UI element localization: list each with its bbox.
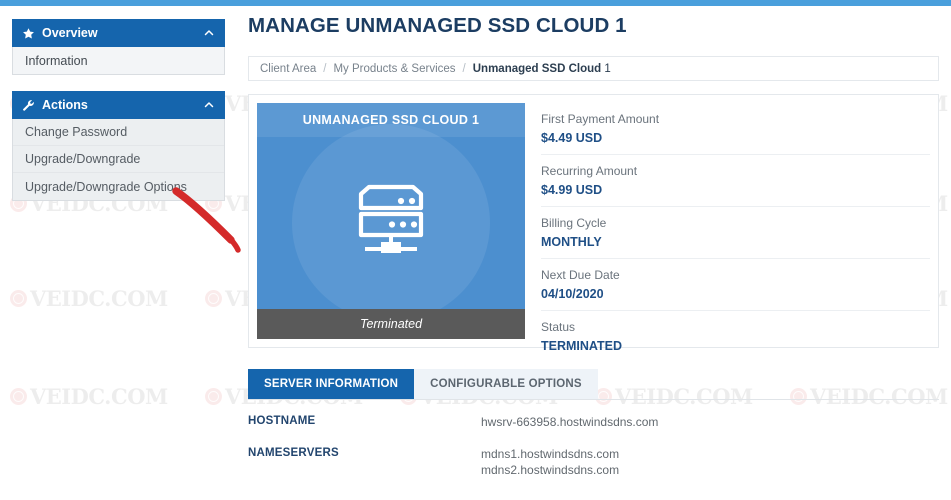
sidebar-item-change-password[interactable]: Change Password bbox=[13, 119, 224, 146]
breadcrumb-separator: / bbox=[323, 63, 326, 75]
sidebar-panel-actions-title: Actions bbox=[42, 98, 203, 112]
page-root: VEIDC.COMVEIDC.COMVEIDC.COMVEIDC.COMVEID… bbox=[0, 0, 951, 500]
breadcrumb-current-number: 1 bbox=[601, 63, 611, 75]
product-detail-label: Recurring Amount bbox=[541, 163, 930, 180]
product-status-footer: Terminated bbox=[257, 309, 525, 339]
sidebar-item-upgrade-downgrade-options[interactable]: Upgrade/Downgrade Options bbox=[13, 173, 224, 200]
product-card-title: UNMANAGED SSD CLOUD 1 bbox=[257, 103, 525, 137]
server-info-value: mdns1.hostwindsdns.commdns2.hostwindsdns… bbox=[481, 446, 619, 478]
wrench-icon bbox=[22, 99, 35, 112]
product-card-artwork bbox=[257, 137, 525, 309]
server-info-row: NAMESERVERSmdns1.hostwindsdns.commdns2.h… bbox=[248, 446, 939, 478]
server-information-table: HOSTNAMEhwsrv-663958.hostwindsdns.comNAM… bbox=[248, 414, 939, 478]
product-detail-value: $4.49 USD bbox=[541, 129, 930, 147]
product-detail-row: First Payment Amount$4.49 USD bbox=[541, 103, 930, 155]
product-detail-value: MONTHLY bbox=[541, 233, 930, 251]
page-title: MANAGE UNMANAGED SSD CLOUD 1 bbox=[248, 12, 939, 40]
sidebar-panel-actions-body: Change Password Upgrade/Downgrade Upgrad… bbox=[12, 119, 225, 201]
sidebar-item-label: Information bbox=[25, 54, 88, 68]
product-detail-value: 04/10/2020 bbox=[541, 285, 930, 303]
product-detail-row: Billing CycleMONTHLY bbox=[541, 207, 930, 259]
watermark-badge-icon bbox=[10, 290, 27, 307]
sidebar-panel-overview: Overview Information bbox=[12, 19, 225, 75]
sidebar-item-label: Upgrade/Downgrade Options bbox=[25, 180, 187, 194]
breadcrumb-current-name: Unmanaged SSD Cloud bbox=[473, 63, 601, 75]
product-detail-row: Next Due Date04/10/2020 bbox=[541, 259, 930, 311]
breadcrumb-current: Unmanaged SSD Cloud 1 bbox=[473, 63, 611, 75]
sidebar-panel-overview-body: Information bbox=[12, 47, 225, 75]
server-info-value-line: hwsrv-663958.hostwindsdns.com bbox=[481, 414, 658, 430]
product-detail-label: First Payment Amount bbox=[541, 111, 930, 128]
server-info-value-line: mdns2.hostwindsdns.com bbox=[481, 462, 619, 478]
watermark: VEIDC.COM bbox=[10, 286, 168, 311]
sidebar-item-upgrade-downgrade[interactable]: Upgrade/Downgrade bbox=[13, 146, 224, 173]
chevron-up-icon[interactable] bbox=[203, 27, 215, 39]
watermark-text: VEIDC.COM bbox=[30, 384, 168, 409]
sidebar: Overview Information Actions bbox=[12, 19, 225, 217]
server-info-value: hwsrv-663958.hostwindsdns.com bbox=[481, 414, 658, 430]
product-detail-row: Recurring Amount$4.99 USD bbox=[541, 155, 930, 207]
watermark-text: VEIDC.COM bbox=[30, 286, 168, 311]
product-card: UNMANAGED SSD CLOUD 1 bbox=[257, 103, 525, 339]
server-rack-icon bbox=[349, 184, 433, 263]
tab-bar: SERVER INFORMATIONCONFIGURABLE OPTIONS bbox=[248, 369, 939, 400]
breadcrumb-separator: / bbox=[463, 63, 466, 75]
breadcrumb: Client Area / My Products & Services / U… bbox=[248, 56, 939, 81]
star-icon bbox=[22, 27, 35, 40]
sidebar-item-label: Change Password bbox=[25, 125, 127, 139]
server-info-key: NAMESERVERS bbox=[248, 446, 481, 478]
top-accent-strip bbox=[0, 0, 951, 6]
server-info-row: HOSTNAMEhwsrv-663958.hostwindsdns.com bbox=[248, 414, 939, 430]
product-details-list: First Payment Amount$4.49 USDRecurring A… bbox=[525, 103, 930, 339]
product-detail-value: $4.99 USD bbox=[541, 181, 930, 199]
sidebar-panel-overview-header[interactable]: Overview bbox=[12, 19, 225, 47]
tab-server-information[interactable]: SERVER INFORMATION bbox=[248, 369, 414, 399]
product-detail-label: Next Due Date bbox=[541, 267, 930, 284]
product-detail-label: Status bbox=[541, 319, 930, 336]
product-detail-label: Billing Cycle bbox=[541, 215, 930, 232]
chevron-up-icon[interactable] bbox=[203, 99, 215, 111]
sidebar-panel-actions: Actions Change Password Upgrade/Downgrad… bbox=[12, 91, 225, 201]
sidebar-panel-actions-header[interactable]: Actions bbox=[12, 91, 225, 119]
sidebar-item-label: Upgrade/Downgrade bbox=[25, 152, 140, 166]
server-info-key: HOSTNAME bbox=[248, 414, 481, 430]
watermark-badge-icon bbox=[205, 388, 222, 405]
main-content: MANAGE UNMANAGED SSD CLOUD 1 Client Area… bbox=[248, 12, 939, 494]
sidebar-item-information[interactable]: Information bbox=[13, 47, 224, 74]
watermark: VEIDC.COM bbox=[10, 384, 168, 409]
watermark-badge-icon bbox=[205, 290, 222, 307]
sidebar-panel-overview-title: Overview bbox=[42, 26, 203, 40]
breadcrumb-item-my-products-services[interactable]: My Products & Services bbox=[333, 63, 455, 75]
product-summary-panel: UNMANAGED SSD CLOUD 1 bbox=[248, 94, 939, 348]
tab-configurable-options[interactable]: CONFIGURABLE OPTIONS bbox=[414, 369, 598, 399]
watermark-badge-icon bbox=[10, 388, 27, 405]
server-info-value-line: mdns1.hostwindsdns.com bbox=[481, 446, 619, 462]
product-detail-row: StatusTERMINATED bbox=[541, 311, 930, 362]
breadcrumb-item-client-area[interactable]: Client Area bbox=[260, 63, 316, 75]
product-detail-value: TERMINATED bbox=[541, 337, 930, 355]
